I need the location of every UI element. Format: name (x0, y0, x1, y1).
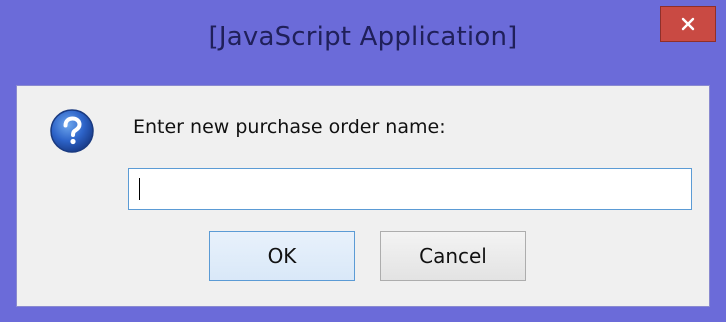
prompt-dialog-window: [JavaScript Application] Enter new purch… (0, 0, 726, 322)
cancel-button[interactable]: Cancel (380, 231, 526, 281)
order-name-input[interactable] (128, 168, 692, 210)
title-bar[interactable]: [JavaScript Application] (0, 0, 726, 84)
text-caret (139, 178, 140, 200)
prompt-label: Enter new purchase order name: (133, 116, 446, 138)
ok-button[interactable]: OK (209, 231, 355, 281)
close-icon (680, 16, 696, 32)
dialog-body: Enter new purchase order name: OK Cancel (16, 85, 710, 307)
close-button[interactable] (660, 6, 716, 42)
window-title: [JavaScript Application] (208, 22, 518, 52)
question-icon (49, 108, 95, 154)
